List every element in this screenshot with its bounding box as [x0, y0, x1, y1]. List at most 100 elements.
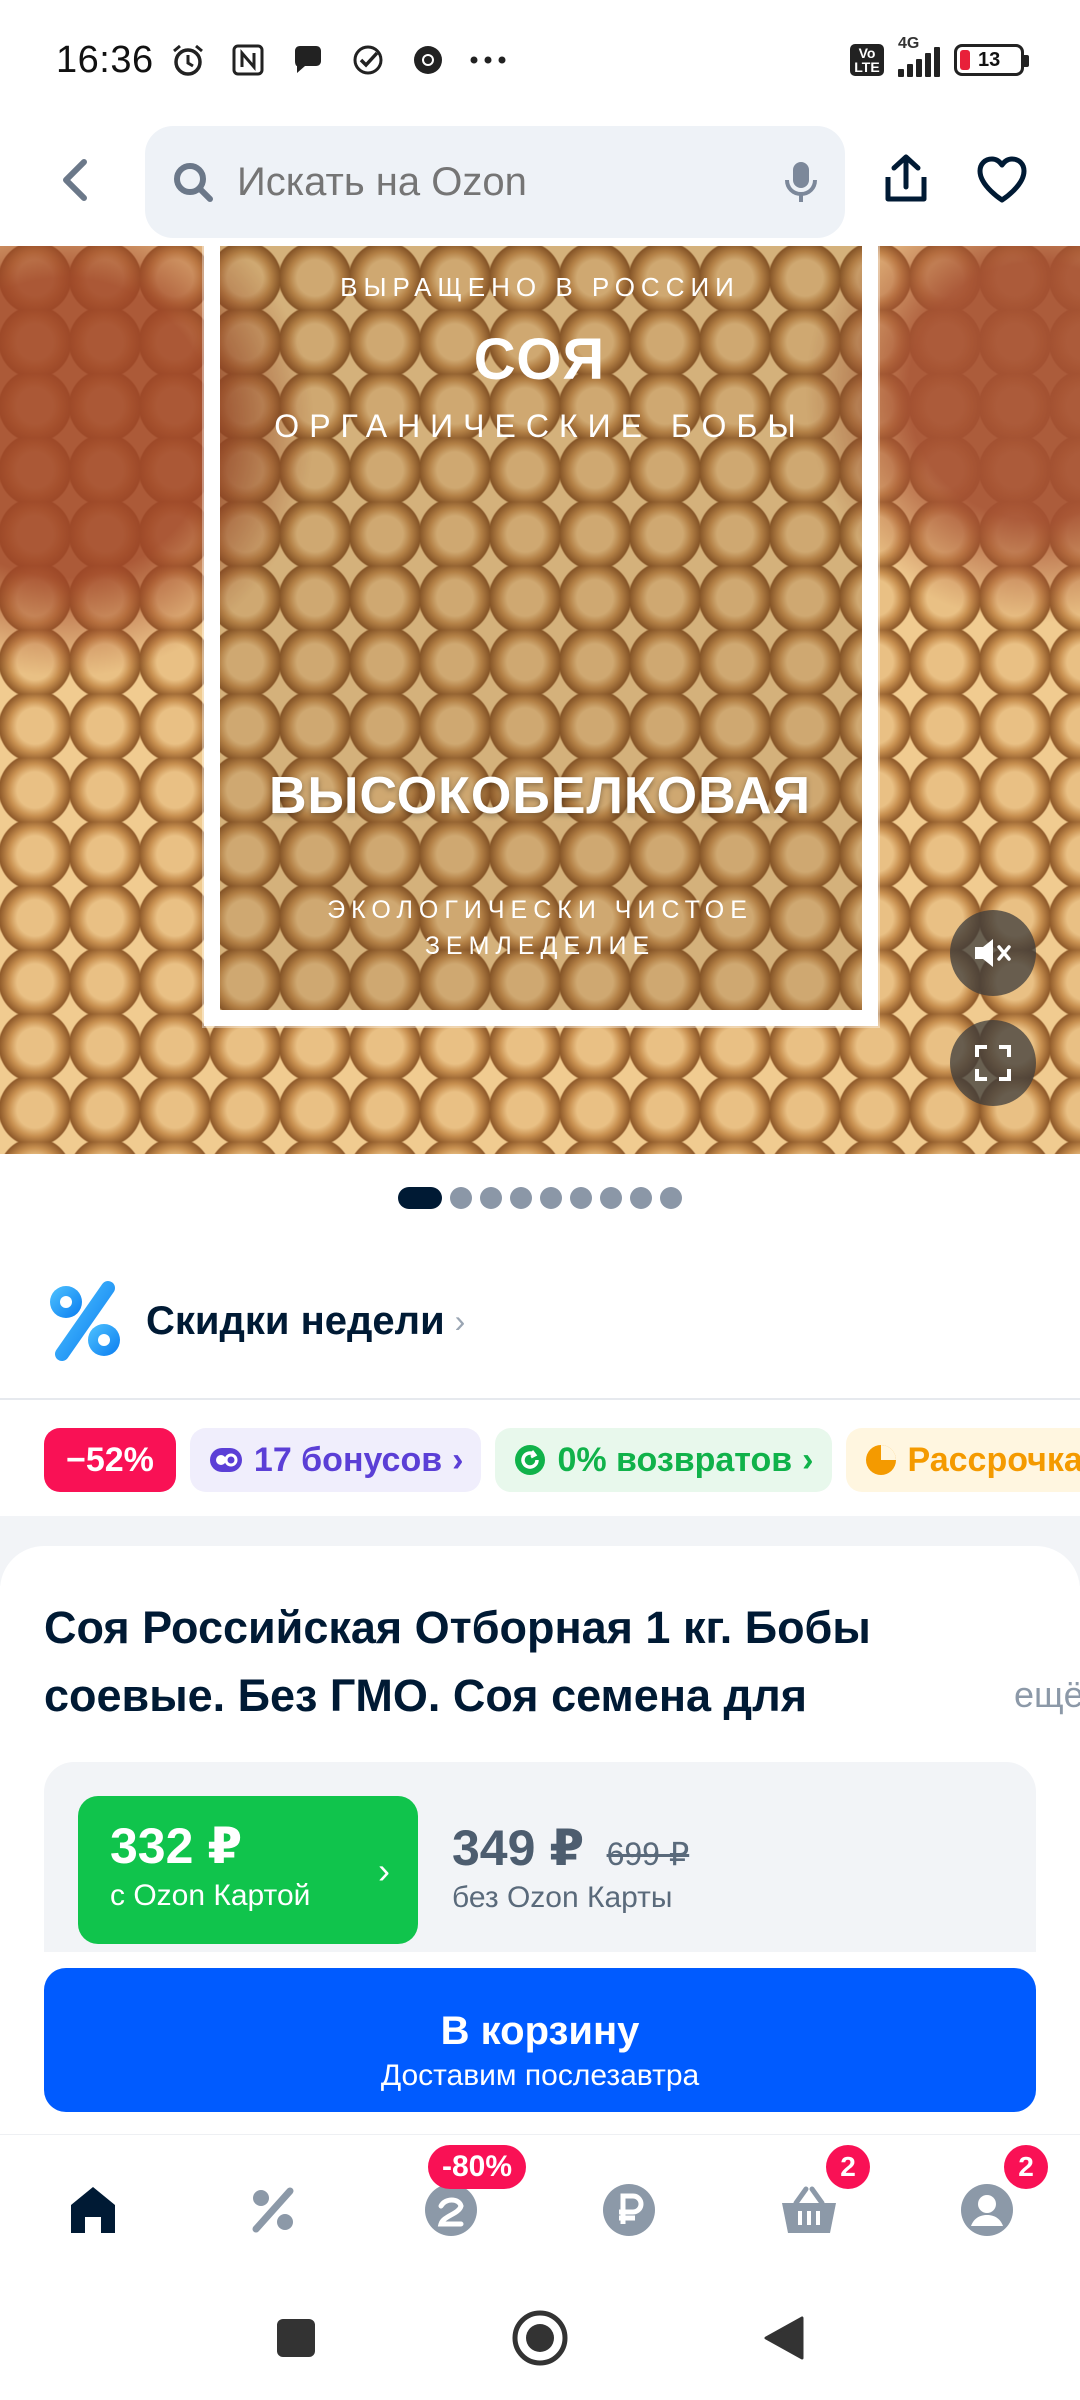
mute-button[interactable]: [950, 910, 1036, 996]
nfc-icon: [228, 40, 268, 80]
ruble-icon: [603, 2184, 655, 2236]
chevron-right-icon: ›: [454, 1302, 466, 1339]
gallery-dot-active[interactable]: [398, 1187, 442, 1209]
percent-nav-icon: [252, 2187, 294, 2233]
installment-label: Рассрочка: [907, 1440, 1080, 1479]
status-time: 16:36: [56, 38, 154, 81]
gallery-dot[interactable]: [600, 1187, 622, 1209]
battery-percent: 13: [978, 48, 1001, 71]
price-without-card-label: без Ozon Карты: [452, 1881, 673, 1914]
chat-icon: [288, 40, 328, 80]
battery-level: [960, 50, 970, 70]
discount-chip[interactable]: −52%: [44, 1428, 176, 1492]
nav-discounts[interactable]: [238, 2175, 308, 2245]
weekly-discounts-link[interactable]: Скидки недели ›: [40, 1276, 465, 1366]
fullscreen-icon: [975, 1045, 1011, 1081]
chevron-right-icon: ›: [802, 1440, 814, 1479]
home-icon: [71, 2187, 115, 2233]
bottom-navigation: -80% 2 2: [0, 2134, 1080, 2274]
gallery-pagination: [0, 1186, 1080, 1210]
cart-badge: 2: [826, 2145, 870, 2189]
profile-badge: 2: [1004, 2145, 1048, 2189]
weekly-discounts-label: Скидки недели: [146, 1298, 445, 1343]
gallery-dot[interactable]: [510, 1187, 532, 1209]
image-text-grown-in-russia: ВЫРАЩЕНО В РОССИИ: [340, 272, 740, 302]
bonus-label: 17 бонусов: [253, 1440, 443, 1479]
favorite-button[interactable]: [970, 150, 1034, 210]
ozon-card-price-label: с Ozon Картой: [110, 1879, 311, 1912]
price-without-card: 349 ₽: [452, 1820, 585, 1876]
bonus-icon: [209, 1448, 242, 1472]
search-bar[interactable]: [145, 126, 845, 238]
returns-chip[interactable]: 0% возвратов ›: [495, 1428, 832, 1492]
fresh-icon: [425, 2184, 477, 2236]
status-system-icons: Vo LTE 4G 13: [850, 35, 1029, 77]
chevron-right-icon: ›: [452, 1440, 464, 1479]
installment-pie-icon: [865, 1445, 896, 1475]
old-price: 699 ₽: [606, 1836, 690, 1872]
battery-icon: 13: [954, 44, 1029, 76]
divider: [0, 1398, 1080, 1400]
status-bar: 16:36 Vo LTE 4G 13: [0, 0, 1080, 120]
square-icon: [277, 2319, 315, 2357]
return-icon: [515, 1445, 546, 1475]
title-more-link[interactable]: ещё: [954, 1674, 1080, 1716]
triangle-back-icon: [764, 2316, 804, 2360]
promo-badge: -80%: [428, 2145, 527, 2189]
search-icon: [174, 163, 213, 202]
ozon-card-price: 332 ₽: [110, 1818, 243, 1874]
chevron-left-icon: [63, 159, 87, 201]
image-text-eco-farming: ЭКОЛОГИЧЕСКИ ЧИСТОЕ ЗЕМЛЕДЕЛИЕ: [327, 896, 753, 960]
delivery-info: Доставим послезавтра: [380, 2059, 700, 2092]
volte-icon: Vo LTE: [850, 44, 884, 76]
gallery-dot[interactable]: [450, 1187, 472, 1209]
chrome-icon: [408, 40, 448, 80]
back-system-button[interactable]: [752, 2306, 816, 2370]
volume-mute-icon: [975, 939, 1011, 967]
image-text-high-protein: ВЫСОКОБЕЛКОВАЯ: [269, 767, 811, 825]
returns-label: 0% возвратов: [557, 1440, 793, 1479]
signal-icon: 4G: [898, 35, 940, 77]
nav-finance[interactable]: [594, 2175, 664, 2245]
network-type: 4G: [898, 35, 920, 52]
installment-chip[interactable]: Рассрочка: [845, 1428, 1080, 1492]
alarm-icon: [168, 40, 208, 80]
regular-price: 349 ₽ 699 ₽ без Ozon Карты: [452, 1818, 689, 1918]
recents-button[interactable]: [264, 2306, 328, 2370]
nav-cart[interactable]: [774, 2175, 844, 2245]
nav-profile[interactable]: [952, 2175, 1022, 2245]
home-system-button[interactable]: [508, 2306, 572, 2370]
percent-icon: [50, 1281, 120, 1361]
product-title: Соя Российская Отборная 1 кг. Бобы соевы…: [44, 1602, 871, 1721]
profile-icon: [961, 2184, 1013, 2236]
app-header: [0, 122, 1080, 242]
search-input[interactable]: [237, 159, 781, 205]
gallery-dot[interactable]: [630, 1187, 652, 1209]
system-navigation-bar: [0, 2276, 1080, 2400]
basket-icon: [782, 2186, 836, 2233]
add-to-cart-label: В корзину: [440, 2009, 640, 2053]
product-image-gallery[interactable]: ВЫРАЩЕНО В РОССИИ СОЯ ОРГАНИЧЕСКИЕ БОБЫ …: [0, 246, 1080, 1154]
nav-home[interactable]: [58, 2175, 128, 2245]
microphone-icon[interactable]: [781, 158, 821, 206]
share-icon: [885, 154, 927, 202]
gallery-dot[interactable]: [570, 1187, 592, 1209]
circle-icon: [512, 2310, 568, 2366]
gallery-dot[interactable]: [540, 1187, 562, 1209]
add-to-cart-button[interactable]: В корзину Доставим послезавтра: [44, 1968, 1036, 2112]
share-button[interactable]: [876, 150, 936, 210]
image-text-soy: СОЯ: [473, 327, 607, 392]
fullscreen-button[interactable]: [950, 1020, 1036, 1106]
back-button[interactable]: [44, 148, 108, 212]
heart-icon: [977, 156, 1027, 203]
gallery-dot[interactable]: [660, 1187, 682, 1209]
bonus-chip[interactable]: 17 бонусов ›: [189, 1428, 482, 1492]
promo-chips: −52% 17 бонусов › 0% возвратов › Рассроч…: [44, 1428, 1080, 1492]
discount-value: −52%: [66, 1440, 154, 1479]
image-text-organic-beans: ОРГАНИЧЕСКИЕ БОБЫ: [274, 408, 806, 444]
ozon-card-price-button[interactable]: 332 ₽ с Ozon Картой ›: [78, 1796, 418, 1944]
status-notification-icons: [168, 40, 508, 80]
gallery-dot[interactable]: [480, 1187, 502, 1209]
more-dots-icon: [468, 40, 508, 80]
chevron-right-icon: ›: [378, 1850, 390, 1891]
